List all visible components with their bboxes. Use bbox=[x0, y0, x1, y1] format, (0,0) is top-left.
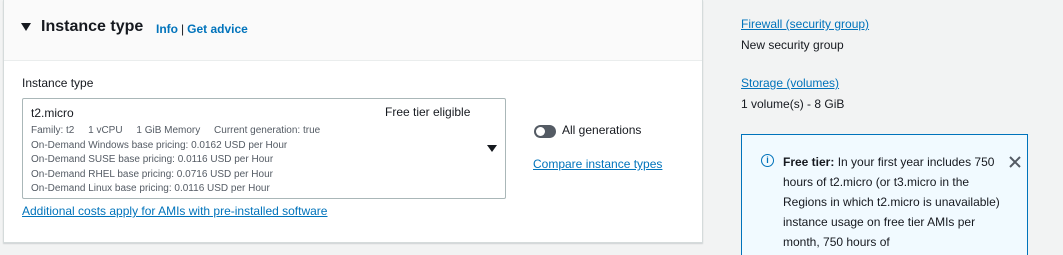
selected-instance-type: t2.micro bbox=[31, 106, 74, 120]
close-icon[interactable] bbox=[1008, 155, 1022, 169]
free-tier-alert: i Free tier: In your first year includes… bbox=[741, 134, 1028, 255]
header-links: Info | Get advice bbox=[156, 22, 248, 36]
get-advice-link[interactable]: Get advice bbox=[187, 22, 248, 36]
instance-type-field-label: Instance type bbox=[22, 76, 94, 90]
compare-instance-types-link[interactable]: Compare instance types bbox=[533, 157, 662, 171]
instance-memory: 1 GiB Memory bbox=[136, 125, 201, 136]
pricing-line: On-Demand RHEL base pricing: 0.0716 USD … bbox=[31, 168, 273, 180]
free-tier-body: In your first year includes 750 hours of… bbox=[783, 155, 1000, 249]
instance-specs-row: Family: t2 1 vCPU 1 GiB Memory Current g… bbox=[31, 124, 331, 139]
pricing-line: On-Demand Windows base pricing: 0.0162 U… bbox=[31, 139, 288, 151]
panel-title: Instance type bbox=[41, 18, 144, 35]
storage-value: 1 volume(s) - 8 GiB bbox=[741, 97, 845, 111]
all-generations-toggle[interactable] bbox=[534, 125, 556, 138]
firewall-value: New security group bbox=[741, 38, 844, 52]
pricing-line: On-Demand Linux base pricing: 0.0116 USD… bbox=[31, 183, 270, 194]
instance-type-select[interactable]: t2.micro Free tier eligible Family: t2 1… bbox=[22, 98, 506, 199]
link-separator: | bbox=[181, 22, 185, 36]
instance-family: Family: t2 bbox=[31, 125, 75, 136]
instance-generation: Current generation: true bbox=[214, 125, 321, 136]
info-icon: i bbox=[761, 154, 774, 167]
storage-link[interactable]: Storage (volumes) bbox=[741, 76, 839, 90]
collapse-caret-icon[interactable] bbox=[21, 23, 31, 31]
firewall-link[interactable]: Firewall (security group) bbox=[741, 17, 869, 31]
free-tier-heading: Free tier: bbox=[783, 155, 835, 169]
pricing-line: On-Demand SUSE base pricing: 0.0116 USD … bbox=[31, 154, 274, 165]
free-tier-text: Free tier: In your first year includes 7… bbox=[783, 152, 1003, 252]
dropdown-arrow-icon[interactable] bbox=[487, 145, 497, 152]
instance-type-panel: Instance type Info | Get advice Instance t… bbox=[3, 0, 703, 243]
instance-details: Family: t2 1 vCPU 1 GiB Memory Current g… bbox=[31, 124, 331, 197]
info-link[interactable]: Info bbox=[156, 22, 178, 36]
panel-header[interactable]: Instance type Info | Get advice bbox=[4, 0, 702, 61]
free-tier-tag: Free tier eligible bbox=[385, 105, 471, 119]
toggle-knob bbox=[536, 127, 545, 136]
instance-vcpu: 1 vCPU bbox=[88, 125, 123, 136]
all-generations-label: All generations bbox=[562, 123, 642, 137]
additional-costs-link[interactable]: Additional costs apply for AMIs with pre… bbox=[22, 204, 327, 218]
